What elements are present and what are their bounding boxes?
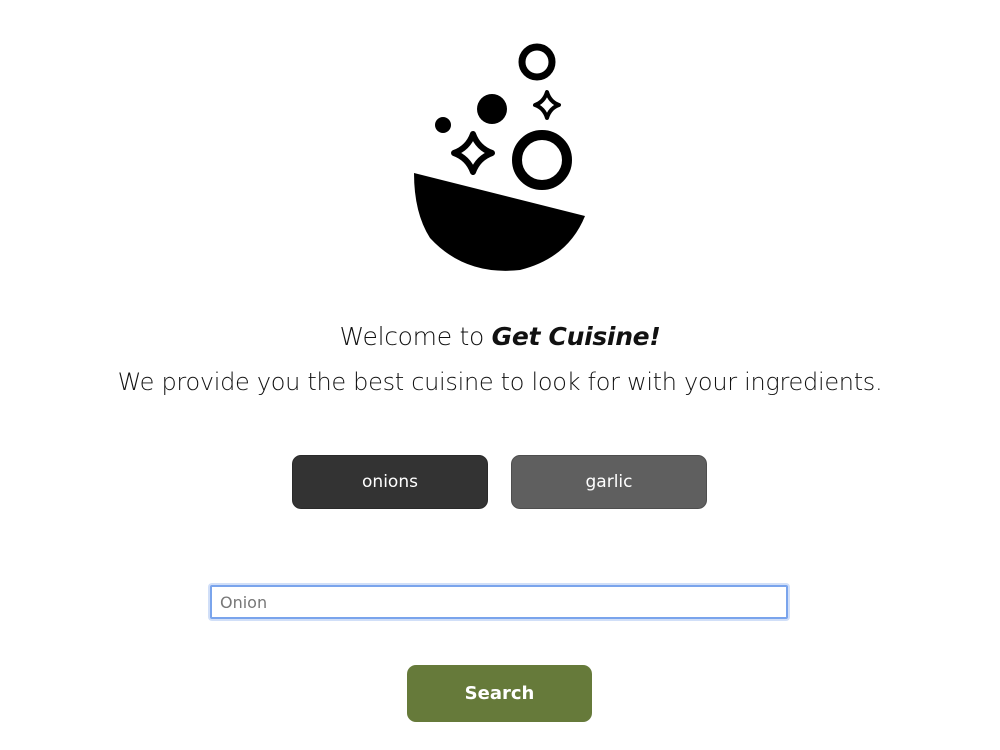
tagline: We provide you the best cuisine to look …: [117, 368, 883, 396]
welcome-prefix: Welcome to: [339, 322, 492, 351]
ingredient-chip-label: garlic: [585, 472, 633, 492]
search-button-label: Search: [464, 683, 535, 704]
brand-name: Get Cuisine!: [491, 322, 661, 351]
cooking-bowl-icon: [400, 38, 600, 278]
ingredient-chip-garlic[interactable]: garlic: [511, 455, 707, 509]
search-button[interactable]: Search: [407, 665, 592, 722]
ingredient-chip-label: onions: [362, 472, 418, 492]
ingredient-chip-onions[interactable]: onions: [292, 455, 488, 509]
page: Welcome to Get Cuisine! We provide you t…: [0, 0, 1000, 750]
welcome-heading: Welcome to Get Cuisine!: [0, 322, 1000, 351]
ingredient-search-input[interactable]: [210, 585, 788, 619]
